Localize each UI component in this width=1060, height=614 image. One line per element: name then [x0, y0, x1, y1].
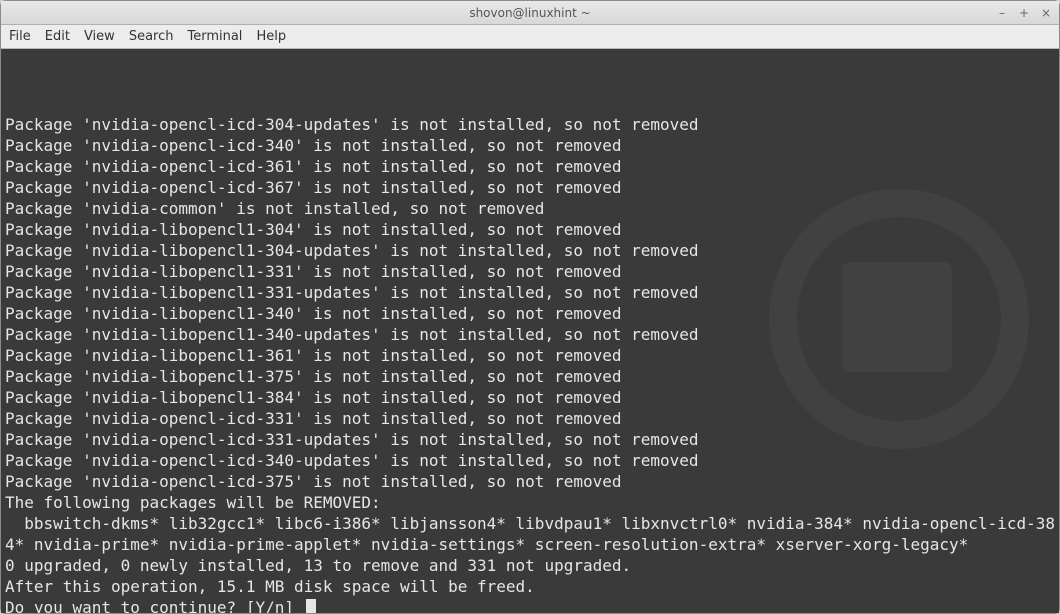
window-title: shovon@linuxhint ~ — [1, 6, 1059, 20]
menu-file[interactable]: File — [9, 29, 31, 44]
menu-edit[interactable]: Edit — [45, 29, 70, 44]
menu-view[interactable]: View — [84, 29, 115, 44]
titlebar: shovon@linuxhint ~ – + × — [1, 1, 1059, 25]
menu-help[interactable]: Help — [256, 29, 286, 44]
terminal-output: Package 'nvidia-opencl-icd-304-updates' … — [5, 114, 1055, 613]
window-controls: – + × — [995, 6, 1053, 20]
apt-continue-prompt: Do you want to continue? [Y/n] — [5, 598, 304, 613]
maximize-button[interactable]: + — [1017, 6, 1031, 20]
menubar: File Edit View Search Terminal Help — [1, 25, 1059, 49]
terminal[interactable]: Package 'nvidia-opencl-icd-304-updates' … — [1, 49, 1059, 613]
menu-search[interactable]: Search — [129, 29, 174, 44]
menu-terminal[interactable]: Terminal — [187, 29, 242, 44]
close-button[interactable]: × — [1039, 6, 1053, 20]
terminal-cursor — [306, 599, 316, 613]
minimize-button[interactable]: – — [995, 6, 1009, 20]
